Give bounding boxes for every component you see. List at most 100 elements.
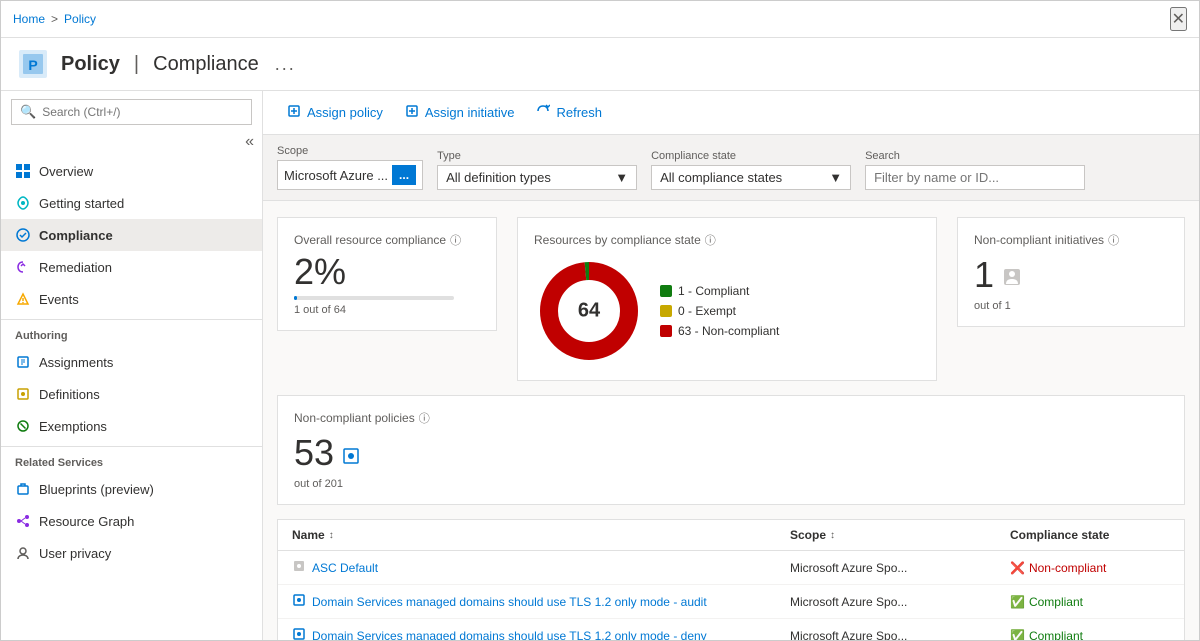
type-dropdown[interactable]: All definition types ▼	[437, 165, 637, 190]
row-0-compliance-label: Non-compliant	[1029, 561, 1106, 575]
initiatives-label: Non-compliant initiatives	[974, 233, 1104, 247]
breadcrumb-home[interactable]: Home	[13, 12, 45, 26]
page-subtitle: Compliance	[153, 53, 259, 76]
compliant-icon: ✅	[1010, 595, 1025, 609]
filters-row: Scope Microsoft Azure ... ... Type All d…	[263, 135, 1199, 201]
sidebar-item-assignments[interactable]: Assignments	[1, 346, 262, 378]
toolbar: Assign policy Assign initiative Refresh	[263, 91, 1199, 135]
compliance-dropdown[interactable]: All compliance states ▼	[651, 165, 851, 190]
name-search-input[interactable]	[865, 165, 1085, 190]
donut-legend: 1 - Compliant 0 - Exempt 63 - Non-compli…	[660, 284, 779, 338]
non-compliant-dot	[660, 325, 672, 337]
remediation-icon	[15, 259, 31, 275]
sidebar-item-label-exemptions: Exemptions	[39, 419, 107, 434]
compliant-dot	[660, 285, 672, 297]
page-icon: P	[15, 46, 51, 82]
scope-dots-button[interactable]: ...	[392, 165, 416, 185]
policies-table: Name ↕ Scope ↕ Compliance state	[277, 519, 1185, 640]
assign-initiative-icon	[405, 104, 419, 121]
assign-policy-button[interactable]: Assign policy	[277, 99, 393, 126]
assignments-icon	[15, 354, 31, 370]
search-filter-label: Search	[865, 150, 1085, 162]
compliance-icon	[15, 227, 31, 243]
row-2-compliance-label: Compliant	[1029, 629, 1083, 641]
sidebar-item-exemptions[interactable]: Exemptions	[1, 410, 262, 442]
table-row: Domain Services managed domains should u…	[278, 585, 1184, 619]
policies-info-icon[interactable]: ⓘ	[419, 410, 430, 426]
sidebar-item-definitions[interactable]: Definitions	[1, 378, 262, 410]
sidebar-item-compliance[interactable]: Compliance	[1, 219, 262, 251]
content-area: Assign policy Assign initiative Refresh	[263, 91, 1199, 640]
sidebar-item-label-assignments: Assignments	[39, 355, 113, 370]
search-filter: Search	[865, 150, 1085, 190]
sidebar-item-label-events: Events	[39, 292, 79, 307]
col-scope-header[interactable]: Scope ↕	[790, 528, 1010, 542]
row-1-name-link[interactable]: Domain Services managed domains should u…	[292, 593, 790, 610]
row-0-name-link[interactable]: ASC Default	[292, 559, 790, 576]
scope-sort-icon[interactable]: ↕	[830, 530, 835, 541]
sidebar-collapse-button[interactable]: «	[245, 133, 254, 151]
row-2-name-link[interactable]: Domain Services managed domains should u…	[292, 627, 790, 640]
sidebar-item-overview[interactable]: Overview	[1, 155, 262, 187]
sidebar-item-events[interactable]: Events	[1, 283, 262, 315]
exemptions-icon	[15, 418, 31, 434]
sidebar: 🔍 « Overview Getting started	[1, 91, 263, 640]
row-0-name: ASC Default	[312, 561, 378, 575]
col-compliance-header: Compliance state	[1010, 528, 1170, 542]
definitions-icon	[15, 386, 31, 402]
more-options-button[interactable]: ...	[275, 54, 296, 75]
grid-icon	[15, 163, 31, 179]
policies-label: Non-compliant policies	[294, 411, 415, 425]
donut-card: Resources by compliance state ⓘ	[517, 217, 937, 381]
assign-policy-icon	[287, 104, 301, 121]
scope-selector[interactable]: Microsoft Azure ... ...	[277, 160, 423, 190]
exempt-dot	[660, 305, 672, 317]
compliance-dropdown-chevron: ▼	[829, 170, 842, 185]
name-sort-icon[interactable]: ↕	[329, 530, 334, 541]
initiatives-info-icon[interactable]: ⓘ	[1108, 232, 1119, 248]
compliance-bar	[294, 296, 454, 300]
row-1-icon	[292, 593, 306, 610]
table-header: Name ↕ Scope ↕ Compliance state	[278, 520, 1184, 551]
related-section-label: Related Services	[1, 446, 262, 473]
col-name-header[interactable]: Name ↕	[292, 528, 790, 542]
compliance-filter: Compliance state All compliance states ▼	[651, 150, 851, 190]
close-button[interactable]: ✕	[1170, 7, 1187, 31]
sidebar-item-label-definitions: Definitions	[39, 387, 100, 402]
non-compliant-icon: ❌	[1010, 561, 1025, 575]
sidebar-item-resource-graph[interactable]: Resource Graph	[1, 505, 262, 537]
sidebar-item-user-privacy[interactable]: User privacy	[1, 537, 262, 569]
sidebar-item-label-remediation: Remediation	[39, 260, 112, 275]
exempt-label: 0 - Exempt	[678, 304, 736, 318]
initiatives-count-icon	[1002, 254, 1022, 296]
initiatives-sub: out of 1	[974, 300, 1168, 312]
policies-count-value: 53	[294, 432, 334, 474]
assign-initiative-button[interactable]: Assign initiative	[395, 99, 525, 126]
policies-card: Non-compliant policies ⓘ 53 out of 201	[277, 395, 1185, 505]
row-1-compliance-label: Compliant	[1029, 595, 1083, 609]
privacy-icon	[15, 545, 31, 561]
row-0-icon	[292, 559, 306, 576]
donut-info-icon[interactable]: ⓘ	[705, 232, 716, 248]
compliant-icon-2: ✅	[1010, 629, 1025, 641]
breadcrumb-current[interactable]: Policy	[64, 12, 96, 26]
legend-item-non-compliant: 63 - Non-compliant	[660, 324, 779, 338]
events-icon	[15, 291, 31, 307]
scope-filter: Scope Microsoft Azure ... ...	[277, 145, 423, 190]
sidebar-search-input[interactable]	[42, 105, 243, 119]
sidebar-item-blueprints[interactable]: Blueprints (preview)	[1, 473, 262, 505]
refresh-button[interactable]: Refresh	[526, 99, 612, 126]
authoring-section-label: Authoring	[1, 319, 262, 346]
row-1-compliance: ✅ Compliant	[1010, 595, 1170, 609]
sidebar-item-label-user-privacy: User privacy	[39, 546, 111, 561]
sidebar-item-label-overview: Overview	[39, 164, 93, 179]
type-dropdown-chevron: ▼	[615, 170, 628, 185]
sidebar-search-wrap: 🔍	[11, 99, 252, 125]
overall-compliance-label: Overall resource compliance	[294, 233, 446, 247]
sidebar-item-getting-started[interactable]: Getting started	[1, 187, 262, 219]
sidebar-item-label-compliance: Compliance	[39, 228, 113, 243]
overall-info-icon[interactable]: ⓘ	[450, 232, 461, 248]
row-2-icon	[292, 627, 306, 640]
scope-label: Scope	[277, 145, 423, 157]
sidebar-item-remediation[interactable]: Remediation	[1, 251, 262, 283]
